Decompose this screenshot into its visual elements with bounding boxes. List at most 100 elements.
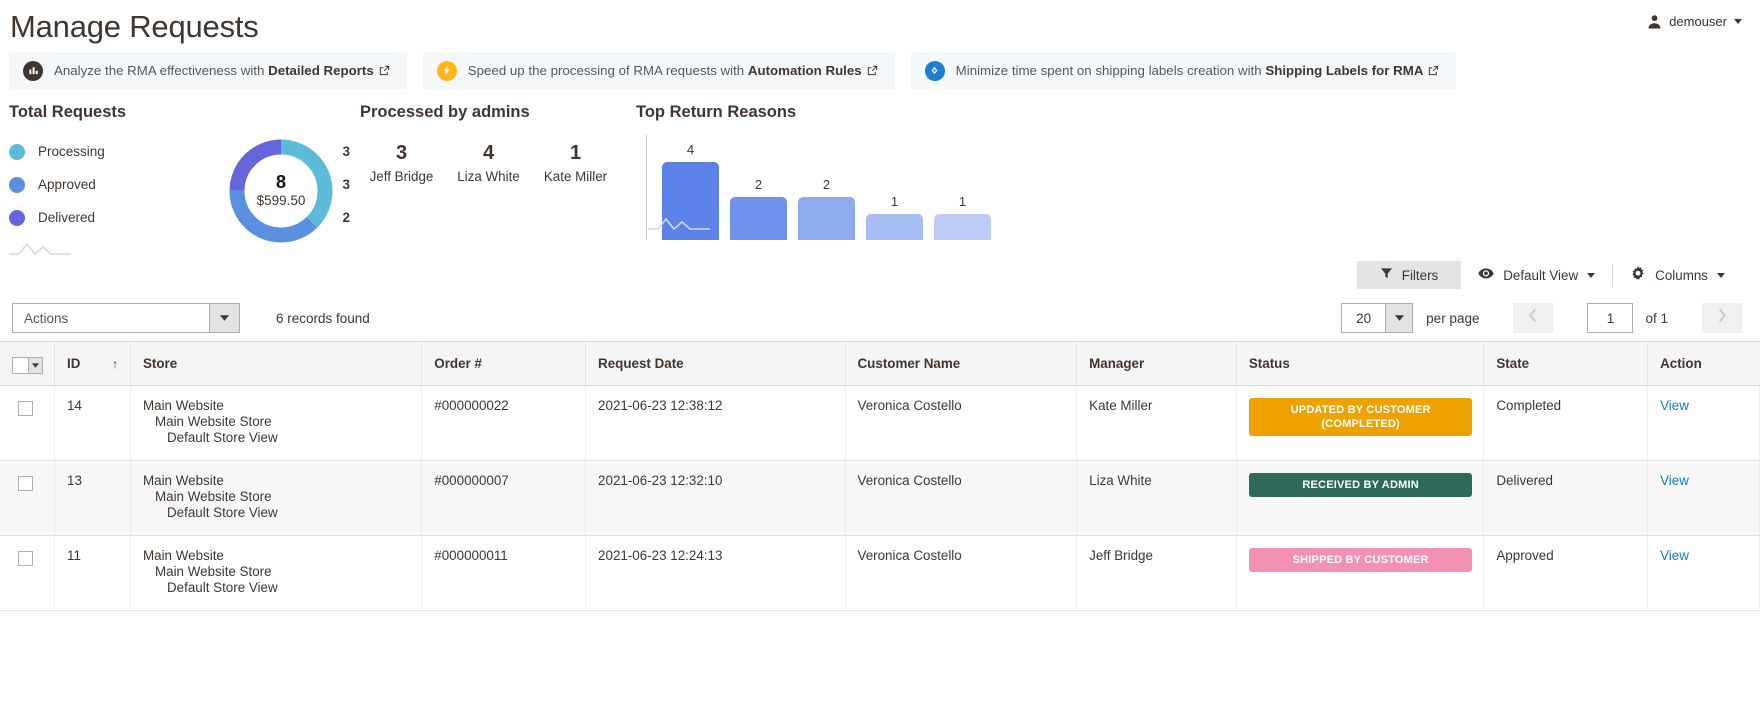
cell-request-date: 2021-06-23 12:24:13 — [585, 535, 846, 611]
donut-chart-total-requests: 8 $599.50 — [228, 138, 334, 244]
external-link-icon — [867, 64, 878, 79]
bar-chart-return-reasons: 4 2 2 1 1 — [646, 135, 1760, 240]
column-label: ID — [67, 355, 81, 371]
admin-counts: 3 Jeff Bridge 4 Liza White 1 Kate Miller — [358, 141, 636, 184]
column-header-select-all[interactable] — [0, 341, 55, 386]
pagination: 20 per page 1 of 1 — [1341, 303, 1742, 333]
column-header-manager[interactable]: Manager — [1076, 341, 1237, 386]
user-icon — [1647, 14, 1662, 29]
cell-store: Main Website Main Website Store Default … — [130, 460, 423, 536]
cell-order: #000000022 — [421, 385, 587, 461]
table-body: 14 Main Website Main Website Store Defau… — [0, 385, 1760, 611]
previous-page-button[interactable] — [1513, 303, 1554, 333]
columns-selector[interactable]: Columns — [1613, 261, 1742, 289]
cell-manager: Liza White — [1076, 460, 1237, 536]
store-website: Main Website — [142, 472, 224, 488]
column-header-status[interactable]: Status — [1236, 341, 1485, 386]
view-link[interactable]: View — [1660, 473, 1689, 488]
gear-icon — [1630, 265, 1646, 285]
column-header-id[interactable]: ID ↑ — [54, 341, 131, 386]
admin-name: Kate Miller — [543, 169, 608, 184]
bar-item: 2 — [798, 177, 855, 240]
sparkline-reasons — [648, 215, 710, 236]
widget-title: Total Requests — [9, 103, 127, 121]
admin-count: 1 — [569, 142, 582, 164]
row-checkbox-cell[interactable] — [0, 460, 55, 536]
promo-banners: Analyze the RMA effectiveness with Detai… — [0, 46, 1760, 89]
widget-title: Processed by admins — [360, 103, 530, 121]
column-header-request-date[interactable]: Request Date — [585, 341, 846, 386]
per-page-select[interactable]: 20 — [1341, 303, 1414, 333]
row-checkbox[interactable] — [18, 550, 33, 566]
chevron-down-icon[interactable] — [1385, 304, 1413, 332]
mass-actions-select[interactable]: Actions — [12, 303, 240, 333]
view-link[interactable]: View — [1660, 398, 1689, 413]
column-header-state[interactable]: State — [1483, 341, 1649, 386]
requests-table: ID ↑ Store Order # Request Date Customer… — [0, 341, 1760, 611]
promo-shipping-labels[interactable]: Minimize time spent on shipping labels c… — [910, 52, 1457, 89]
bar — [866, 214, 923, 240]
view-link[interactable]: View — [1660, 548, 1689, 563]
promo-detailed-reports[interactable]: Analyze the RMA effectiveness with Detai… — [9, 52, 407, 89]
status-badge: UPDATED BY CUSTOMER (COMPLETED) — [1248, 397, 1473, 436]
store-view: Default Store View — [166, 504, 278, 520]
donut-total-amount: $599.50 — [256, 193, 306, 208]
sparkline-total — [9, 240, 71, 261]
cell-order: #000000007 — [421, 460, 587, 536]
column-header-store[interactable]: Store — [130, 341, 423, 386]
sort-ascending-icon: ↑ — [112, 356, 119, 371]
promo-text: Minimize time spent on shipping labels c… — [956, 63, 1440, 78]
cell-customer-name: Veronica Costello — [845, 385, 1078, 461]
page-title: Manage Requests — [10, 9, 259, 44]
user-menu[interactable]: demouser — [1647, 14, 1742, 29]
default-view-label: Default View — [1503, 267, 1579, 283]
column-header-order[interactable]: Order # — [421, 341, 587, 386]
chevron-down-icon[interactable] — [28, 357, 42, 373]
cell-status: UPDATED BY CUSTOMER (COMPLETED) — [1236, 385, 1485, 461]
column-header-action: Action — [1647, 341, 1760, 386]
table-head: ID ↑ Store Order # Request Date Customer… — [0, 341, 1760, 386]
promo-text: Speed up the processing of RMA requests … — [468, 63, 878, 78]
filters-button[interactable]: Filters — [1356, 261, 1462, 289]
row-checkbox[interactable] — [18, 400, 33, 416]
table-row[interactable]: 14 Main Website Main Website Store Defau… — [0, 385, 1760, 461]
cell-store: Main Website Main Website Store Default … — [130, 385, 423, 461]
cell-store: Main Website Main Website Store Default … — [130, 535, 423, 611]
next-page-button[interactable] — [1702, 303, 1742, 333]
legend-dot — [9, 176, 25, 193]
per-page-value: 20 — [1356, 310, 1372, 326]
admin-count: 4 — [482, 142, 495, 164]
promo-automation-rules[interactable]: Speed up the processing of RMA requests … — [422, 52, 895, 89]
store-view: Default Store View — [166, 579, 278, 595]
total-pages-label: of 1 — [1645, 310, 1668, 326]
external-link-icon — [379, 64, 390, 79]
bar-value-label: 4 — [686, 142, 695, 157]
bar-item: 2 — [730, 177, 787, 240]
cell-customer-name: Veronica Costello — [845, 535, 1078, 611]
cell-state: Approved — [1483, 535, 1649, 611]
cell-status: SHIPPED BY CUSTOMER — [1236, 535, 1485, 611]
table-row[interactable]: 11 Main Website Main Website Store Defau… — [0, 535, 1760, 611]
cell-action: View — [1647, 535, 1760, 611]
shipping-tag-icon — [924, 60, 945, 81]
widget-processed-by-admins: Processed by admins 3 Jeff Bridge 4 Liza… — [358, 103, 636, 249]
status-badge: RECEIVED BY ADMIN — [1248, 472, 1473, 497]
store-group: Main Website Store — [154, 413, 272, 429]
donut-total-count: 8 — [275, 172, 286, 192]
admin-cell-jeff-bridge: 3 Jeff Bridge — [358, 141, 445, 184]
row-checkbox-cell[interactable] — [0, 535, 55, 611]
current-page-input[interactable]: 1 — [1587, 303, 1634, 333]
row-checkbox[interactable] — [18, 475, 33, 491]
bar — [934, 214, 991, 240]
row-checkbox-cell[interactable] — [0, 385, 55, 461]
column-header-customer-name[interactable]: Customer Name — [845, 341, 1078, 386]
cell-customer-name: Veronica Costello — [845, 460, 1078, 536]
cell-request-date: 2021-06-23 12:32:10 — [585, 460, 846, 536]
default-view-selector[interactable]: Default View — [1461, 261, 1612, 289]
chevron-down-icon — [1717, 272, 1725, 278]
chevron-left-icon — [1528, 308, 1538, 328]
status-badge: SHIPPED BY CUSTOMER — [1248, 547, 1473, 572]
table-row[interactable]: 13 Main Website Main Website Store Defau… — [0, 460, 1760, 536]
chevron-down-icon[interactable] — [209, 304, 239, 332]
select-all-control[interactable] — [12, 356, 43, 374]
